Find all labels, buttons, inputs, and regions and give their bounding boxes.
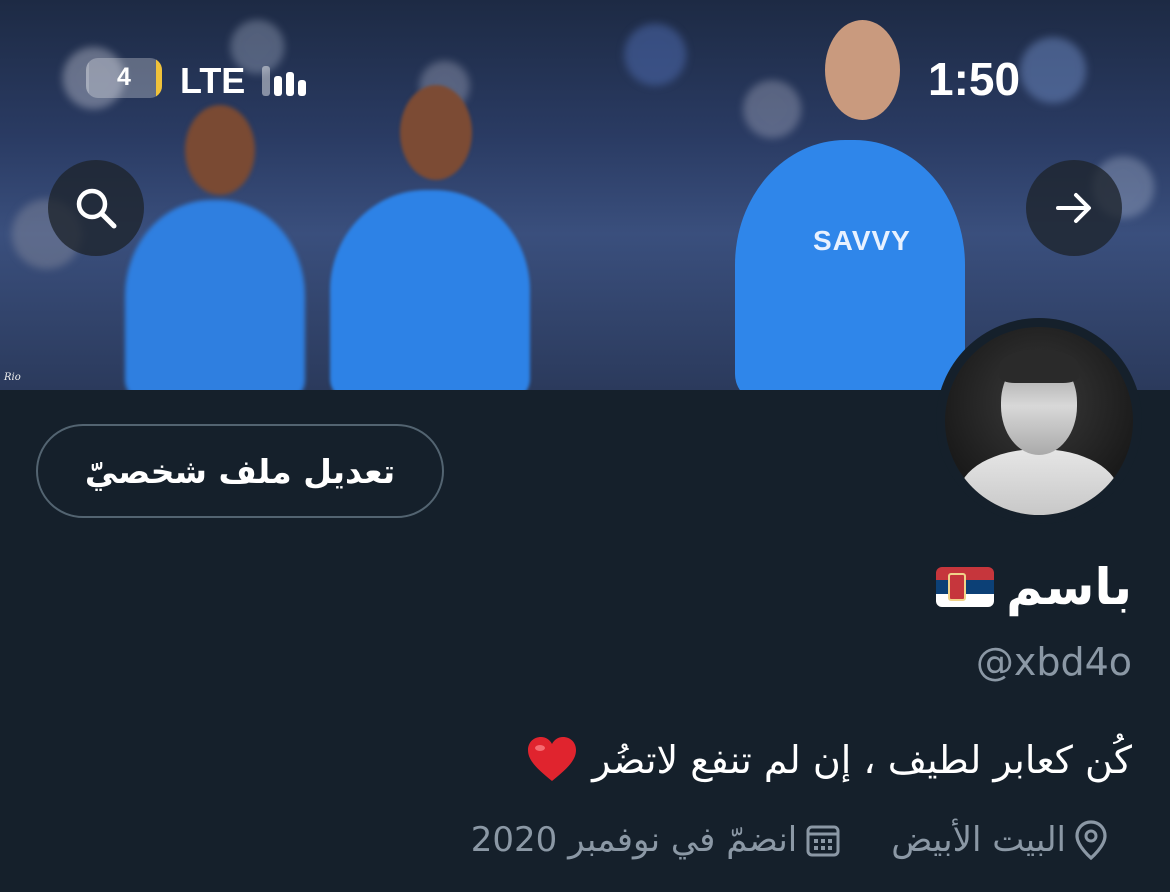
avatar[interactable] <box>936 318 1142 524</box>
user-handle: @xbd4o <box>975 640 1132 684</box>
banner-player-right: SAVVY <box>735 20 965 390</box>
joined-item: انضمّ في نوفمبر 2020 <box>471 820 842 860</box>
edit-profile-button[interactable]: تعديل ملف شخصيّ <box>36 424 444 518</box>
battery-icon: 4 <box>86 58 162 98</box>
network-type: LTE <box>180 60 246 101</box>
joined-text: انضمّ في نوفمبر 2020 <box>470 820 798 860</box>
calendar-icon <box>806 825 840 857</box>
search-icon <box>76 188 117 229</box>
location-text: البيت الأبيض <box>891 820 1066 860</box>
forward-button[interactable] <box>1026 160 1122 256</box>
serbia-flag-icon <box>936 567 995 607</box>
search-button[interactable] <box>48 160 144 256</box>
profile-bio: كُن كعابر لطيف ، إن لم تنفع لاتضُر <box>526 736 1132 784</box>
location-item: البيت الأبيض <box>891 820 1108 860</box>
status-time: 1:50 <box>928 53 1021 105</box>
banner-player-left <box>125 105 305 390</box>
arrow-right-icon <box>1056 193 1091 223</box>
location-pin-icon <box>1075 820 1107 860</box>
profile-meta: البيت الأبيض انضمّ في نوفمبر 2020 <box>471 820 1108 860</box>
heart-icon <box>528 737 577 781</box>
bio-text: كُن كعابر لطيف ، إن لم تنفع لاتضُر <box>592 738 1132 782</box>
jersey-sponsor-text: SAVVY <box>813 225 911 256</box>
avatar-image <box>945 327 1133 515</box>
profile-name-row: باسم <box>936 558 1132 616</box>
display-name: باسم <box>1006 558 1132 616</box>
banner-credit: Rio <box>4 372 21 383</box>
battery-level: 4 <box>117 63 131 91</box>
banner-player-middle <box>330 85 530 390</box>
signal-bars-icon <box>262 60 318 96</box>
